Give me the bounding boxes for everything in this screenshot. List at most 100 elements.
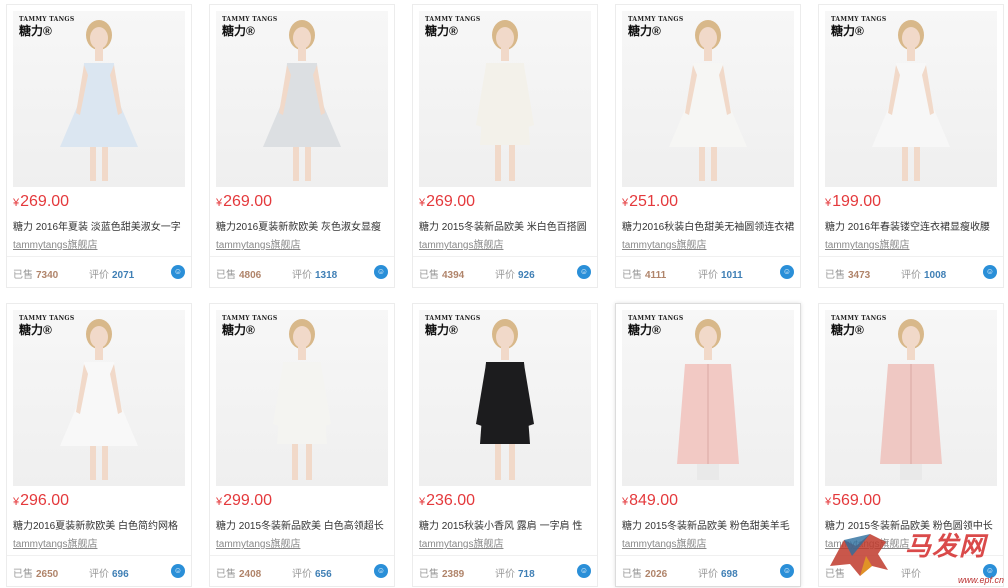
model-photo bbox=[450, 314, 560, 486]
chat-icon[interactable]: ☺ bbox=[171, 564, 185, 578]
product-image[interactable]: TAMMY TANGS 糖力® bbox=[622, 11, 794, 187]
product-price: ¥849.00 bbox=[622, 492, 679, 509]
review-count[interactable]: 评价 1318 bbox=[292, 266, 337, 281]
review-count[interactable]: 评价 926 bbox=[495, 266, 535, 281]
product-card[interactable]: TAMMY TANGS 糖力® ¥269.00 糖力2016夏装新款欧美 灰色淑女显瘦… bbox=[209, 4, 395, 288]
product-price: ¥236.00 bbox=[419, 492, 476, 509]
product-card[interactable]: TAMMY TANGS 糖力® ¥849.00 糖力 2015冬装新品欧美 粉色甜美羊… bbox=[615, 303, 801, 587]
currency-symbol: ¥ bbox=[13, 197, 20, 209]
product-stats: 已售 4806 评价 1318 ☺ bbox=[210, 256, 394, 289]
shop-link[interactable]: tammytangs旗舰店 bbox=[216, 236, 300, 251]
shop-link[interactable]: tammytangs旗舰店 bbox=[13, 236, 97, 251]
chat-icon[interactable]: ☺ bbox=[171, 265, 185, 279]
watermark: 马发网 www.epf.cn bbox=[818, 520, 1008, 588]
model-photo bbox=[44, 15, 154, 187]
sold-count: 已售 4111 bbox=[622, 270, 667, 281]
shop-link[interactable]: tammytangs旗舰店 bbox=[13, 535, 97, 550]
model-photo bbox=[247, 314, 357, 486]
model-photo bbox=[653, 15, 763, 187]
product-stats: 已售 4394 评价 926 ☺ bbox=[413, 256, 597, 289]
chat-icon[interactable]: ☺ bbox=[983, 265, 997, 279]
shop-link[interactable]: tammytangs旗舰店 bbox=[419, 535, 503, 550]
product-stats: 已售 4111 评价 1011 ☺ bbox=[616, 256, 800, 289]
chat-icon[interactable]: ☺ bbox=[577, 564, 591, 578]
product-image[interactable]: TAMMY TANGS 糖力® bbox=[622, 310, 794, 486]
review-count[interactable]: 评价 656 bbox=[292, 565, 332, 580]
currency-symbol: ¥ bbox=[216, 496, 223, 508]
product-card[interactable]: TAMMY TANGS 糖力® ¥269.00 糖力 2016年夏装 淡蓝色甜美淑女一… bbox=[6, 4, 192, 288]
currency-symbol: ¥ bbox=[13, 496, 20, 508]
sold-count: 已售 7340 bbox=[13, 270, 59, 281]
product-title[interactable]: 糖力 2015冬装新品欧美 白色高领超长 bbox=[216, 517, 390, 532]
product-image[interactable]: TAMMY TANGS 糖力® bbox=[13, 11, 185, 187]
chat-icon[interactable]: ☺ bbox=[374, 265, 388, 279]
product-stats: 已售 3473 评价 1008 ☺ bbox=[819, 256, 1003, 289]
product-price: ¥251.00 bbox=[622, 193, 679, 210]
review-count[interactable]: 评价 718 bbox=[495, 565, 535, 580]
product-card[interactable]: TAMMY TANGS 糖力® ¥269.00 糖力 2015冬装新品欧美 米白色百搭… bbox=[412, 4, 598, 288]
product-price: ¥269.00 bbox=[419, 193, 476, 210]
shop-link[interactable]: tammytangs旗舰店 bbox=[419, 236, 503, 251]
product-title[interactable]: 糖力 2015冬装新品欧美 粉色甜美羊毛 bbox=[622, 517, 796, 532]
model-photo bbox=[653, 314, 763, 486]
currency-symbol: ¥ bbox=[825, 496, 832, 508]
currency-symbol: ¥ bbox=[419, 496, 426, 508]
product-image[interactable]: TAMMY TANGS 糖力® bbox=[825, 11, 997, 187]
product-image[interactable]: TAMMY TANGS 糖力® bbox=[419, 11, 591, 187]
product-image[interactable]: TAMMY TANGS 糖力® bbox=[825, 310, 997, 486]
sold-count: 已售 2650 bbox=[13, 569, 59, 580]
product-title[interactable]: 糖力2016夏装新款欧美 白色简约网格 bbox=[13, 517, 187, 532]
product-grid: TAMMY TANGS 糖力® ¥269.00 糖力 2016年夏装 淡蓝色甜美淑女一… bbox=[0, 0, 1008, 588]
sold-count: 已售 2026 bbox=[622, 569, 668, 580]
product-price: ¥569.00 bbox=[825, 492, 882, 509]
review-count[interactable]: 评价 696 bbox=[89, 565, 129, 580]
product-price: ¥296.00 bbox=[13, 492, 70, 509]
product-price: ¥299.00 bbox=[216, 492, 273, 509]
sold-count: 已售 2408 bbox=[216, 569, 262, 580]
currency-symbol: ¥ bbox=[216, 197, 223, 209]
product-title[interactable]: 糖力2016夏装新款欧美 灰色淑女显瘦 bbox=[216, 218, 390, 233]
model-photo bbox=[856, 15, 966, 187]
shop-link[interactable]: tammytangs旗舰店 bbox=[825, 236, 909, 251]
currency-symbol: ¥ bbox=[622, 496, 629, 508]
chat-icon[interactable]: ☺ bbox=[780, 564, 794, 578]
review-count[interactable]: 评价 2071 bbox=[89, 266, 134, 281]
model-photo bbox=[247, 15, 357, 187]
product-card[interactable]: TAMMY TANGS 糖力® ¥236.00 糖力 2015秋装小香风 露肩 一字肩… bbox=[412, 303, 598, 587]
chat-icon[interactable]: ☺ bbox=[780, 265, 794, 279]
review-count[interactable]: 评价 698 bbox=[698, 565, 738, 580]
product-image[interactable]: TAMMY TANGS 糖力® bbox=[419, 310, 591, 486]
product-card[interactable]: TAMMY TANGS 糖力® ¥299.00 糖力 2015冬装新品欧美 白色高领超… bbox=[209, 303, 395, 587]
currency-symbol: ¥ bbox=[622, 197, 629, 209]
sold-count: 已售 2389 bbox=[419, 569, 465, 580]
shop-link[interactable]: tammytangs旗舰店 bbox=[622, 236, 706, 251]
product-stats: 已售 2389 评价 718 ☺ bbox=[413, 555, 597, 588]
product-title[interactable]: 糖力 2015秋装小香风 露肩 一字肩 性 bbox=[419, 517, 593, 532]
product-image[interactable]: TAMMY TANGS 糖力® bbox=[13, 310, 185, 486]
chat-icon[interactable]: ☺ bbox=[577, 265, 591, 279]
product-stats: 已售 2026 评价 698 ☺ bbox=[616, 555, 800, 588]
product-card[interactable]: TAMMY TANGS 糖力® ¥251.00 糖力2016秋装白色甜美无袖圆领连衣裙… bbox=[615, 4, 801, 288]
product-stats: 已售 2650 评价 696 ☺ bbox=[7, 555, 191, 588]
product-card[interactable]: TAMMY TANGS 糖力® ¥296.00 糖力2016夏装新款欧美 白色简约网格… bbox=[6, 303, 192, 587]
currency-symbol: ¥ bbox=[825, 197, 832, 209]
shop-link[interactable]: tammytangs旗舰店 bbox=[622, 535, 706, 550]
sold-count: 已售 3473 bbox=[825, 270, 871, 281]
product-price: ¥269.00 bbox=[216, 193, 273, 210]
product-title[interactable]: 糖力 2015冬装新品欧美 米白色百搭圆 bbox=[419, 218, 593, 233]
product-stats: 已售 2408 评价 656 ☺ bbox=[210, 555, 394, 588]
product-title[interactable]: 糖力 2016年春装镂空连衣裙显瘦收腰 bbox=[825, 218, 999, 233]
product-title[interactable]: 糖力2016秋装白色甜美无袖圆领连衣裙 bbox=[622, 218, 796, 233]
review-count[interactable]: 评价 1011 bbox=[698, 266, 743, 281]
shop-link[interactable]: tammytangs旗舰店 bbox=[216, 535, 300, 550]
product-price: ¥269.00 bbox=[13, 193, 70, 210]
product-card[interactable]: TAMMY TANGS 糖力® ¥199.00 糖力 2016年春装镂空连衣裙显瘦收腰… bbox=[818, 4, 1004, 288]
watermark-horse-icon bbox=[830, 534, 888, 576]
model-photo bbox=[856, 314, 966, 486]
watermark-text: 马发网 bbox=[904, 532, 986, 562]
chat-icon[interactable]: ☺ bbox=[374, 564, 388, 578]
product-image[interactable]: TAMMY TANGS 糖力® bbox=[216, 11, 388, 187]
product-image[interactable]: TAMMY TANGS 糖力® bbox=[216, 310, 388, 486]
product-title[interactable]: 糖力 2016年夏装 淡蓝色甜美淑女一字 bbox=[13, 218, 187, 233]
review-count[interactable]: 评价 1008 bbox=[901, 266, 946, 281]
